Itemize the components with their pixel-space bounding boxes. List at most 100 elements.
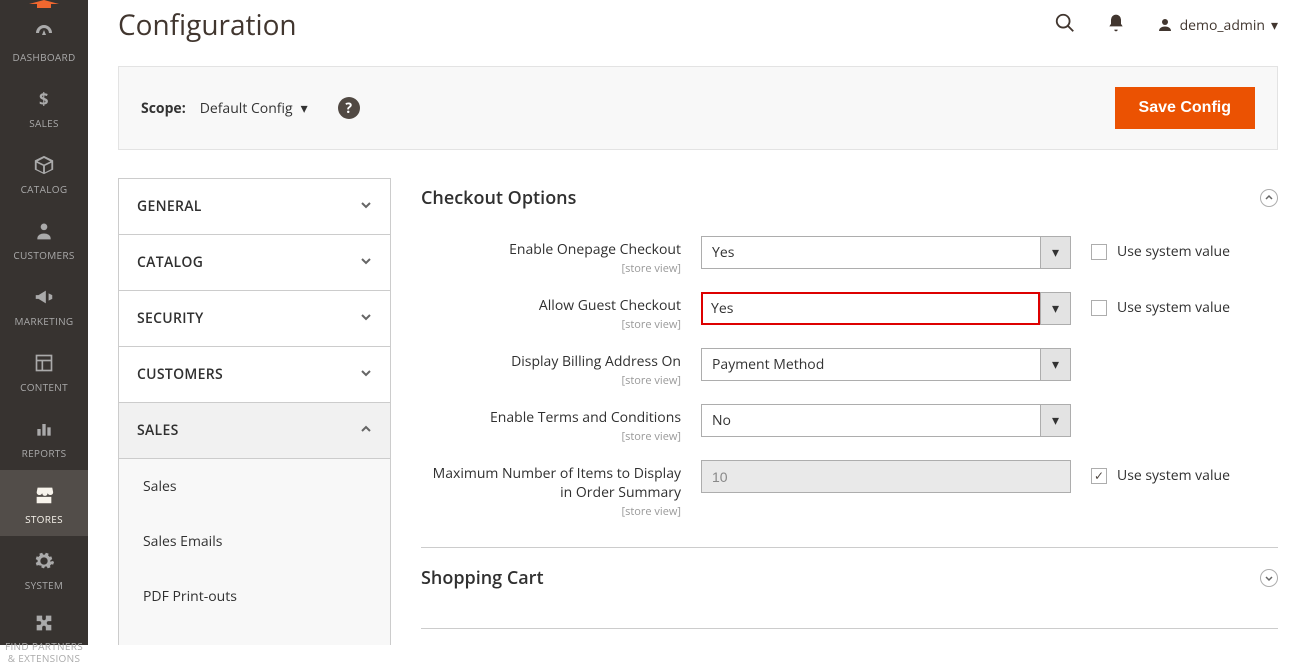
chevron-down-icon — [360, 253, 372, 272]
config-nav-security[interactable]: SECURITY — [119, 291, 390, 347]
select-value: Yes — [701, 292, 1040, 325]
chevron-down-icon: ▾ — [1040, 293, 1070, 324]
field-label: Enable Terms and Conditions — [490, 408, 681, 427]
bell-icon[interactable] — [1106, 13, 1126, 38]
checkbox-use-system[interactable] — [1091, 300, 1107, 316]
sidebar-label: STORES — [25, 512, 63, 526]
search-icon[interactable] — [1054, 12, 1076, 39]
config-panel: Checkout Options Enable Onepage Checkout… — [421, 178, 1278, 645]
select-value: No — [702, 405, 1040, 436]
puzzle-icon — [31, 610, 57, 636]
field-terms-conditions: Enable Terms and Conditions [store view]… — [421, 396, 1278, 452]
chevron-down-icon — [360, 365, 372, 384]
checkbox-use-system[interactable] — [1091, 468, 1107, 484]
field-label: Enable Onepage Checkout — [509, 240, 681, 259]
select-value: Yes — [702, 237, 1040, 268]
sidebar-label: REPORTS — [22, 446, 67, 460]
sidebar-item-dashboard[interactable]: DASHBOARD — [0, 8, 88, 74]
config-nav-label: CATALOG — [137, 253, 203, 272]
section-title: Shopping Cart — [421, 566, 544, 590]
checkbox-label: Use system value — [1117, 466, 1230, 485]
config-sub-sales[interactable]: Sales — [119, 459, 390, 514]
dashboard-icon — [31, 20, 57, 46]
chevron-down-icon — [360, 197, 372, 216]
gear-icon — [31, 548, 57, 574]
username: demo_admin — [1180, 16, 1265, 35]
sidebar-label: FIND PARTNERS & EXTENSIONS — [4, 640, 84, 664]
chevron-down-icon: ▾ — [1040, 349, 1070, 380]
section-my-cart-link[interactable]: My Cart Link — [421, 629, 1278, 645]
sidebar-label: SALES — [29, 116, 59, 130]
config-nav-label: GENERAL — [137, 197, 202, 216]
person-icon — [31, 218, 57, 244]
section-title: Checkout Options — [421, 186, 576, 210]
sidebar-label: CONTENT — [20, 380, 68, 394]
config-nav-sales-sub: Sales Sales Emails PDF Print-outs Tax — [119, 459, 390, 645]
chevron-down-icon: ▾ — [301, 99, 308, 118]
sidebar-item-partners[interactable]: FIND PARTNERS & EXTENSIONS — [0, 602, 88, 672]
input-max-items — [701, 460, 1071, 493]
magento-logo[interactable] — [0, 0, 88, 8]
field-scope: [store view] — [421, 373, 681, 388]
field-billing-address: Display Billing Address On [store view] … — [421, 340, 1278, 396]
field-scope: [store view] — [421, 429, 681, 444]
chart-icon — [31, 416, 57, 442]
chevron-down-icon — [360, 309, 372, 328]
config-sub-tax[interactable]: Tax — [119, 624, 390, 645]
user-icon — [1156, 16, 1174, 34]
select-terms-conditions[interactable]: No ▾ — [701, 404, 1071, 437]
config-nav-label: CUSTOMERS — [137, 365, 223, 384]
scope-bar: Scope: Default Config ▾ ? Save Config — [118, 66, 1278, 150]
field-guest-checkout: Allow Guest Checkout [store view] Yes ▾ … — [421, 284, 1278, 340]
sidebar-item-catalog[interactable]: CATALOG — [0, 140, 88, 206]
field-scope: [store view] — [421, 261, 681, 276]
config-sub-pdf[interactable]: PDF Print-outs — [119, 569, 390, 624]
user-menu[interactable]: demo_admin ▾ — [1156, 16, 1278, 35]
config-nav: GENERAL CATALOG SECURITY CUSTOMERS SALES — [118, 178, 391, 645]
chevron-up-icon — [360, 421, 372, 440]
select-enable-onepage[interactable]: Yes ▾ — [701, 236, 1071, 269]
checkbox-label: Use system value — [1117, 242, 1230, 261]
config-sub-sales-emails[interactable]: Sales Emails — [119, 514, 390, 569]
chevron-down-icon: ▾ — [1271, 16, 1278, 35]
sidebar-item-marketing[interactable]: MARKETING — [0, 272, 88, 338]
sidebar-item-system[interactable]: SYSTEM — [0, 536, 88, 602]
checkbox-label: Use system value — [1117, 298, 1230, 317]
select-guest-checkout[interactable]: Yes ▾ — [701, 292, 1071, 325]
save-config-button[interactable]: Save Config — [1115, 87, 1255, 129]
sidebar-label: CUSTOMERS — [13, 248, 74, 262]
config-nav-customers[interactable]: CUSTOMERS — [119, 347, 390, 403]
field-enable-onepage: Enable Onepage Checkout [store view] Yes… — [421, 228, 1278, 284]
expand-icon — [1260, 569, 1278, 587]
section-checkout-options[interactable]: Checkout Options — [421, 178, 1278, 228]
config-nav-general[interactable]: GENERAL — [119, 179, 390, 235]
page-title: Configuration — [118, 6, 297, 44]
topbar: Configuration demo_admin ▾ — [118, 0, 1278, 44]
scope-value: Default Config — [200, 99, 293, 118]
sidebar-item-sales[interactable]: $ SALES — [0, 74, 88, 140]
chevron-down-icon: ▾ — [1040, 237, 1070, 268]
sidebar-item-customers[interactable]: CUSTOMERS — [0, 206, 88, 272]
sidebar-item-content[interactable]: CONTENT — [0, 338, 88, 404]
config-nav-catalog[interactable]: CATALOG — [119, 235, 390, 291]
select-billing-address[interactable]: Payment Method ▾ — [701, 348, 1071, 381]
sidebar-item-reports[interactable]: REPORTS — [0, 404, 88, 470]
scope-select[interactable]: Default Config ▾ — [200, 99, 308, 118]
collapse-icon — [1260, 189, 1278, 207]
main-content: Configuration demo_admin ▾ Scope: Defaul… — [88, 0, 1308, 645]
config-nav-sales[interactable]: SALES — [119, 403, 390, 459]
config-nav-label: SALES — [137, 421, 179, 440]
section-shopping-cart[interactable]: Shopping Cart — [421, 548, 1278, 608]
store-icon — [31, 482, 57, 508]
field-max-items: Maximum Number of Items to Display in Or… — [421, 452, 1278, 527]
help-icon[interactable]: ? — [338, 97, 360, 119]
field-label: Allow Guest Checkout — [539, 296, 681, 315]
select-value: Payment Method — [702, 349, 1040, 380]
layout-icon — [31, 350, 57, 376]
sidebar-label: SYSTEM — [25, 578, 63, 592]
scope-label: Scope: — [141, 99, 186, 118]
admin-sidebar: DASHBOARD $ SALES CATALOG CUSTOMERS MARK… — [0, 0, 88, 645]
sidebar-label: MARKETING — [15, 314, 74, 328]
checkbox-use-system[interactable] — [1091, 244, 1107, 260]
sidebar-item-stores[interactable]: STORES — [0, 470, 88, 536]
